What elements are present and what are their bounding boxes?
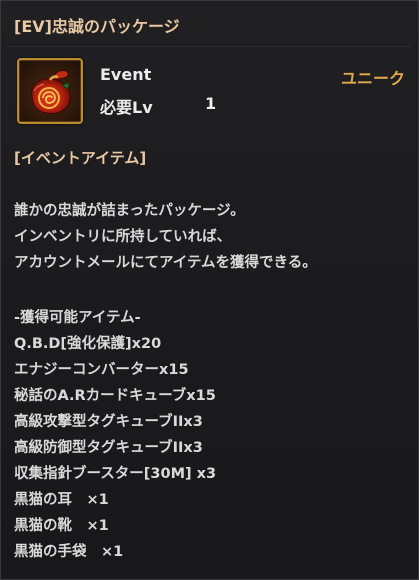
title-divider [9,46,410,47]
item-category: [イベントアイテム] [14,149,147,167]
item-description: 誰かの忠誠が詰まったパッケージ。 インベントリに所持していれば、 アカウントメー… [14,198,317,276]
rewards-header: -獲得可能アイテム- [14,310,141,326]
reward-item: 秘話のA.Rカードキューブx15 [14,388,216,404]
reward-item: 黒猫の耳 ×1 [14,492,109,508]
item-title: [EV]忠誠のパッケージ [14,17,180,36]
reward-item: エナジーコンバーターx15 [14,362,189,378]
reward-item: 高級防御型タグキューブIIx3 [14,440,203,456]
item-type-label: Event [100,65,152,84]
reward-item: 黒猫の手袋 ×1 [14,544,124,560]
item-tooltip: [EV]忠誠のパッケージ Event ユニーク 必要Lv 1 [イベントアイテム… [0,0,419,580]
description-line: 誰かの忠誠が詰まったパッケージ。 [14,203,245,219]
reward-item: 収集指針ブースター[30M] x3 [14,466,217,482]
rewards-list: -獲得可能アイテム- Q.B.D[強化保護]x20 エナジーコンバーターx15 … [14,305,216,565]
description-line: アカウントメールにてアイテムを獲得できる。 [14,255,317,271]
red-treasure-pouch-icon [17,58,83,124]
required-level-label: 必要Lv [100,98,153,117]
reward-item: 高級攻撃型タグキューブIIx3 [14,414,203,430]
item-rarity: ユニーク [340,69,405,88]
required-level-value: 1 [205,94,217,113]
description-line: インベントリに所持していれば、 [14,229,232,245]
reward-item: 黒猫の靴 ×1 [14,518,109,534]
reward-item: Q.B.D[強化保護]x20 [14,336,162,352]
